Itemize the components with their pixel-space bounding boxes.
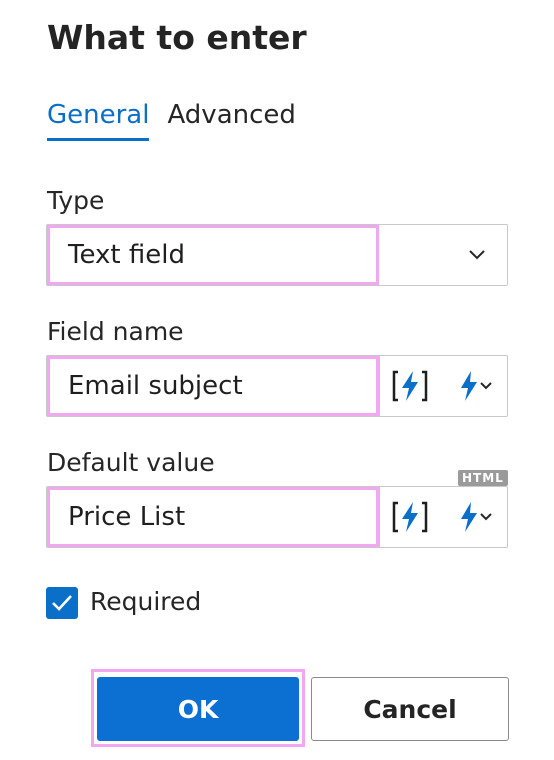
type-value: Text field [47,225,379,285]
field-name-value: Email subject [47,356,379,416]
macro-menu-button[interactable] [457,499,497,535]
macro-menu-button[interactable] [457,368,497,404]
insert-macro-button[interactable] [392,499,428,535]
default-value-input[interactable]: Price List [46,486,508,548]
lightning-dropdown-icon [461,502,492,532]
cancel-button[interactable]: Cancel [311,677,509,741]
field-name-input[interactable]: Email subject [46,355,508,417]
type-label: Type [47,186,105,215]
dialog-title: What to enter [47,18,307,57]
required-label[interactable]: Required [90,587,201,616]
insert-macro-button[interactable] [392,368,428,404]
default-value-value: Price List [47,487,379,547]
tab-bar: General Advanced [47,100,296,141]
checkmark-icon [52,595,72,611]
tab-advanced[interactable]: Advanced [167,100,295,141]
html-badge: HTML [458,470,508,486]
chevron-down-icon [469,250,485,260]
default-value-label: Default value [47,448,215,477]
type-select[interactable]: Text field [46,224,508,286]
field-name-label: Field name [47,317,184,346]
lightning-dropdown-icon [461,371,492,401]
ok-button[interactable]: OK [97,677,299,741]
bracket-lightning-icon [392,501,428,533]
tab-general[interactable]: General [47,100,150,141]
required-checkbox[interactable] [46,587,78,619]
field-divider [379,356,380,416]
bracket-lightning-icon [392,370,428,402]
field-divider [379,487,380,547]
